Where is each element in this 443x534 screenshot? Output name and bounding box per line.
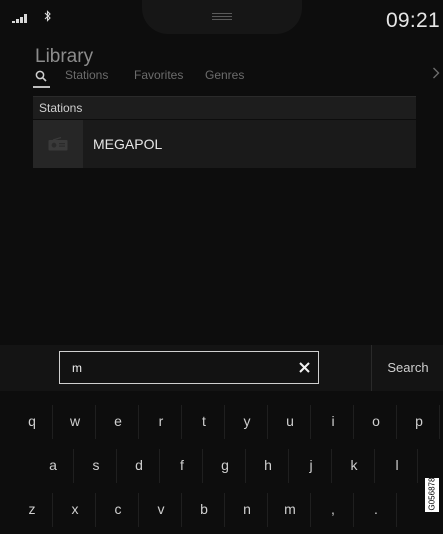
key-w[interactable]: w xyxy=(54,401,96,443)
image-code-label: G056878 xyxy=(425,478,439,512)
key-h[interactable]: h xyxy=(247,445,289,487)
key-k[interactable]: k xyxy=(333,445,375,487)
radio-icon xyxy=(48,137,68,151)
key-a[interactable]: a xyxy=(32,445,74,487)
chevron-right-icon[interactable] xyxy=(432,66,440,82)
keyboard: q w e r t y u i o p a s d f g h j k l z … xyxy=(0,397,443,534)
signal-bars-icon xyxy=(12,14,42,23)
key-g[interactable]: g xyxy=(204,445,246,487)
drawer-handle[interactable] xyxy=(212,13,232,21)
tab-bar: Stations Favorites Genres xyxy=(33,68,433,86)
clock: 09:21 xyxy=(385,9,440,32)
section-header: Stations xyxy=(33,96,416,119)
key-v[interactable]: v xyxy=(140,489,182,531)
key-y[interactable]: y xyxy=(226,401,268,443)
search-field[interactable] xyxy=(59,351,319,384)
image-code: G056878 xyxy=(427,477,437,511)
key-q[interactable]: q xyxy=(11,401,53,443)
key-d[interactable]: d xyxy=(118,445,160,487)
key-x[interactable]: x xyxy=(54,489,96,531)
key-c[interactable]: c xyxy=(97,489,139,531)
bluetooth-icon xyxy=(44,10,52,24)
search-input[interactable] xyxy=(72,358,272,378)
key-j[interactable]: j xyxy=(290,445,332,487)
active-tab-indicator xyxy=(33,86,50,88)
key-m[interactable]: m xyxy=(269,489,311,531)
list-item[interactable]: MEGAPOL xyxy=(33,120,416,168)
key-s[interactable]: s xyxy=(75,445,117,487)
close-icon[interactable] xyxy=(298,361,311,374)
search-button[interactable]: Search xyxy=(373,345,443,391)
station-artwork xyxy=(33,120,83,168)
tab-stations[interactable]: Stations xyxy=(65,68,108,82)
key-e[interactable]: e xyxy=(97,401,139,443)
section-title: Stations xyxy=(39,101,83,115)
key-t[interactable]: t xyxy=(183,401,225,443)
tab-search[interactable] xyxy=(33,68,51,86)
key-u[interactable]: u xyxy=(269,401,311,443)
key-i[interactable]: i xyxy=(312,401,354,443)
divider xyxy=(371,345,372,391)
tab-genres[interactable]: Genres xyxy=(205,68,244,82)
key-l[interactable]: l xyxy=(376,445,418,487)
key-n[interactable]: n xyxy=(226,489,268,531)
key-b[interactable]: b xyxy=(183,489,225,531)
key-r[interactable]: r xyxy=(140,401,182,443)
key-p[interactable]: p xyxy=(398,401,440,443)
page-title: Library xyxy=(35,46,94,67)
station-name: MEGAPOL xyxy=(93,136,163,152)
key-period[interactable]: . xyxy=(355,489,397,531)
key-z[interactable]: z xyxy=(11,489,53,531)
key-o[interactable]: o xyxy=(355,401,397,443)
status-bar: 09:21 xyxy=(0,0,443,40)
tab-favorites[interactable]: Favorites xyxy=(134,68,183,82)
screen: 09:21 Library Stations Favorites Genres … xyxy=(0,0,443,534)
key-comma[interactable]: , xyxy=(312,489,354,531)
search-icon xyxy=(35,70,47,82)
key-f[interactable]: f xyxy=(161,445,203,487)
